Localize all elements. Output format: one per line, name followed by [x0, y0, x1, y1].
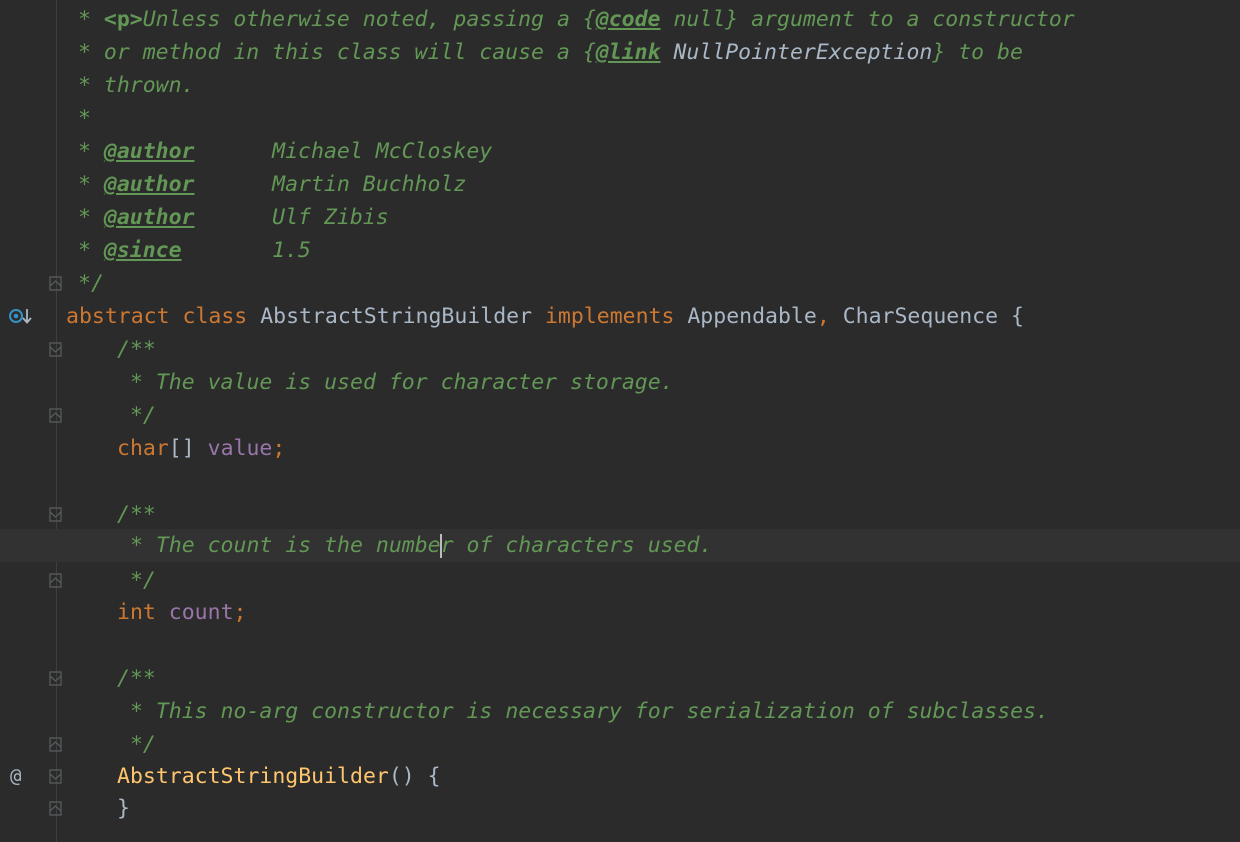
code-line[interactable]: * <p>Unless otherwise noted, passing a {…: [0, 3, 1240, 36]
javadoc-tag: @author: [103, 205, 195, 230]
code-text: * @author Ulf Zibis: [78, 201, 389, 234]
field-value: value: [207, 436, 273, 461]
code-line[interactable]: * thrown.: [0, 69, 1240, 102]
implementing-method-icon[interactable]: [8, 300, 34, 333]
code-line[interactable]: /**: [0, 498, 1240, 531]
code-line[interactable]: * or method in this class will cause a {…: [0, 36, 1240, 69]
code-line[interactable]: * @author Ulf Zibis: [0, 201, 1240, 234]
doc-comment-text: */: [117, 403, 156, 428]
code-text: AbstractStringBuilder() {: [117, 760, 441, 793]
fold-start-icon[interactable]: [49, 507, 62, 522]
code-line[interactable]: int count;: [0, 596, 1240, 629]
code-line[interactable]: */: [0, 564, 1240, 597]
code-line[interactable]: * @since 1.5: [0, 234, 1240, 267]
doc-comment-text: *: [78, 7, 104, 32]
code-line[interactable]: char[] value;: [0, 432, 1240, 465]
html-tag-p: <p>: [103, 7, 143, 32]
keyword-class: class: [182, 304, 248, 329]
doc-comment-text: *: [78, 172, 104, 197]
doc-comment-text: Michael McCloskey: [194, 139, 493, 164]
fold-end-icon[interactable]: [49, 801, 62, 816]
doc-comment-text: *: [78, 106, 91, 131]
doc-comment-text: *: [78, 205, 104, 230]
code-line[interactable]: * @author Michael McCloskey: [0, 135, 1240, 168]
code-line[interactable]: }: [0, 792, 1240, 825]
doc-comment-text: * thrown.: [78, 73, 195, 98]
fold-end-icon[interactable]: [49, 737, 62, 752]
array-brackets: []: [168, 436, 208, 461]
code-line[interactable]: abstract class AbstractStringBuilder imp…: [0, 300, 1240, 333]
fold-start-icon[interactable]: [49, 769, 62, 784]
doc-comment-text: * The count is the numbe: [117, 533, 441, 558]
doc-comment-text: */: [117, 568, 156, 593]
parens-brace: () {: [388, 764, 441, 789]
javadoc-tag: @author: [103, 139, 195, 164]
constructor-name: AbstractStringBuilder: [117, 764, 389, 789]
doc-comment-text: *: [78, 139, 104, 164]
current-code-line[interactable]: * The count is the number of characters …: [0, 529, 1240, 562]
fold-start-icon[interactable]: [49, 671, 62, 686]
code-text: * @author Michael McCloskey: [78, 135, 492, 168]
doc-comment-text: r of characters used.: [440, 533, 713, 558]
keyword-char: char: [117, 436, 169, 461]
code-line[interactable]: */: [0, 728, 1240, 761]
doc-comment-text: /**: [117, 666, 156, 691]
doc-comment-text: Ulf Zibis: [194, 205, 389, 230]
comma: ,: [816, 304, 830, 329]
fold-end-icon[interactable]: [49, 573, 62, 588]
code-text: int count;: [117, 596, 246, 629]
fold-start-icon[interactable]: [49, 342, 62, 357]
javadoc-tag: @author: [103, 172, 195, 197]
code-text: * <p>Unless otherwise noted, passing a {…: [78, 3, 1075, 36]
doc-comment-text: /**: [117, 337, 156, 362]
code-line[interactable]: * @author Martin Buchholz: [0, 168, 1240, 201]
doc-comment-text: /**: [117, 502, 156, 527]
field-count: count: [168, 600, 234, 625]
code-line[interactable]: *: [0, 102, 1240, 135]
doc-comment-text: } to be: [932, 40, 1023, 65]
doc-comment-text: * or method in this class will cause a {: [78, 40, 596, 65]
doc-comment-text: 1.5: [181, 238, 312, 263]
code-line[interactable]: * This no-arg constructor is necessary f…: [0, 695, 1240, 728]
code-line[interactable]: @ AbstractStringBuilder() {: [0, 760, 1240, 793]
code-text: abstract class AbstractStringBuilder imp…: [66, 300, 1024, 333]
semicolon: ;: [272, 436, 286, 461]
fold-end-icon[interactable]: [49, 276, 62, 291]
keyword-int: int: [117, 600, 156, 625]
javadoc-tag: @link: [595, 40, 661, 65]
annotation-at-icon[interactable]: @: [10, 760, 21, 793]
semicolon: ;: [233, 600, 247, 625]
doc-comment-text: *: [78, 238, 104, 263]
doc-comment-text: */: [78, 271, 104, 296]
code-text: * The count is the number of characters …: [117, 529, 712, 562]
javadoc-tag: @code: [595, 7, 661, 32]
code-text: char[] value;: [117, 432, 285, 465]
keyword-abstract: abstract: [66, 304, 170, 329]
closing-brace: }: [117, 796, 130, 821]
code-text: * @since 1.5: [78, 234, 311, 267]
doc-comment-text: * The value is used for character storag…: [117, 370, 674, 395]
javadoc-reference: NullPointerException: [660, 40, 933, 65]
code-line[interactable]: */: [0, 267, 1240, 300]
code-line[interactable]: /**: [0, 333, 1240, 366]
interface-name: CharSequence {: [829, 304, 1024, 329]
doc-comment-text: * This no-arg constructor is necessary f…: [117, 699, 1049, 724]
code-editor[interactable]: * <p>Unless otherwise noted, passing a {…: [0, 0, 1240, 842]
doc-comment-text: null} argument to a constructor: [660, 7, 1075, 32]
code-line[interactable]: */: [0, 399, 1240, 432]
doc-comment-text: Martin Buchholz: [194, 172, 467, 197]
fold-end-icon[interactable]: [49, 408, 62, 423]
doc-comment-text: Unless otherwise noted, passing a {: [142, 7, 596, 32]
javadoc-tag: @since: [103, 238, 182, 263]
interface-name: Appendable: [674, 304, 817, 329]
code-line[interactable]: * The value is used for character storag…: [0, 366, 1240, 399]
code-line[interactable]: /**: [0, 662, 1240, 695]
doc-comment-text: */: [117, 732, 156, 757]
class-name: AbstractStringBuilder: [247, 304, 545, 329]
code-text: * @author Martin Buchholz: [78, 168, 466, 201]
keyword-implements: implements: [544, 304, 675, 329]
code-text: * or method in this class will cause a {…: [78, 36, 1023, 69]
